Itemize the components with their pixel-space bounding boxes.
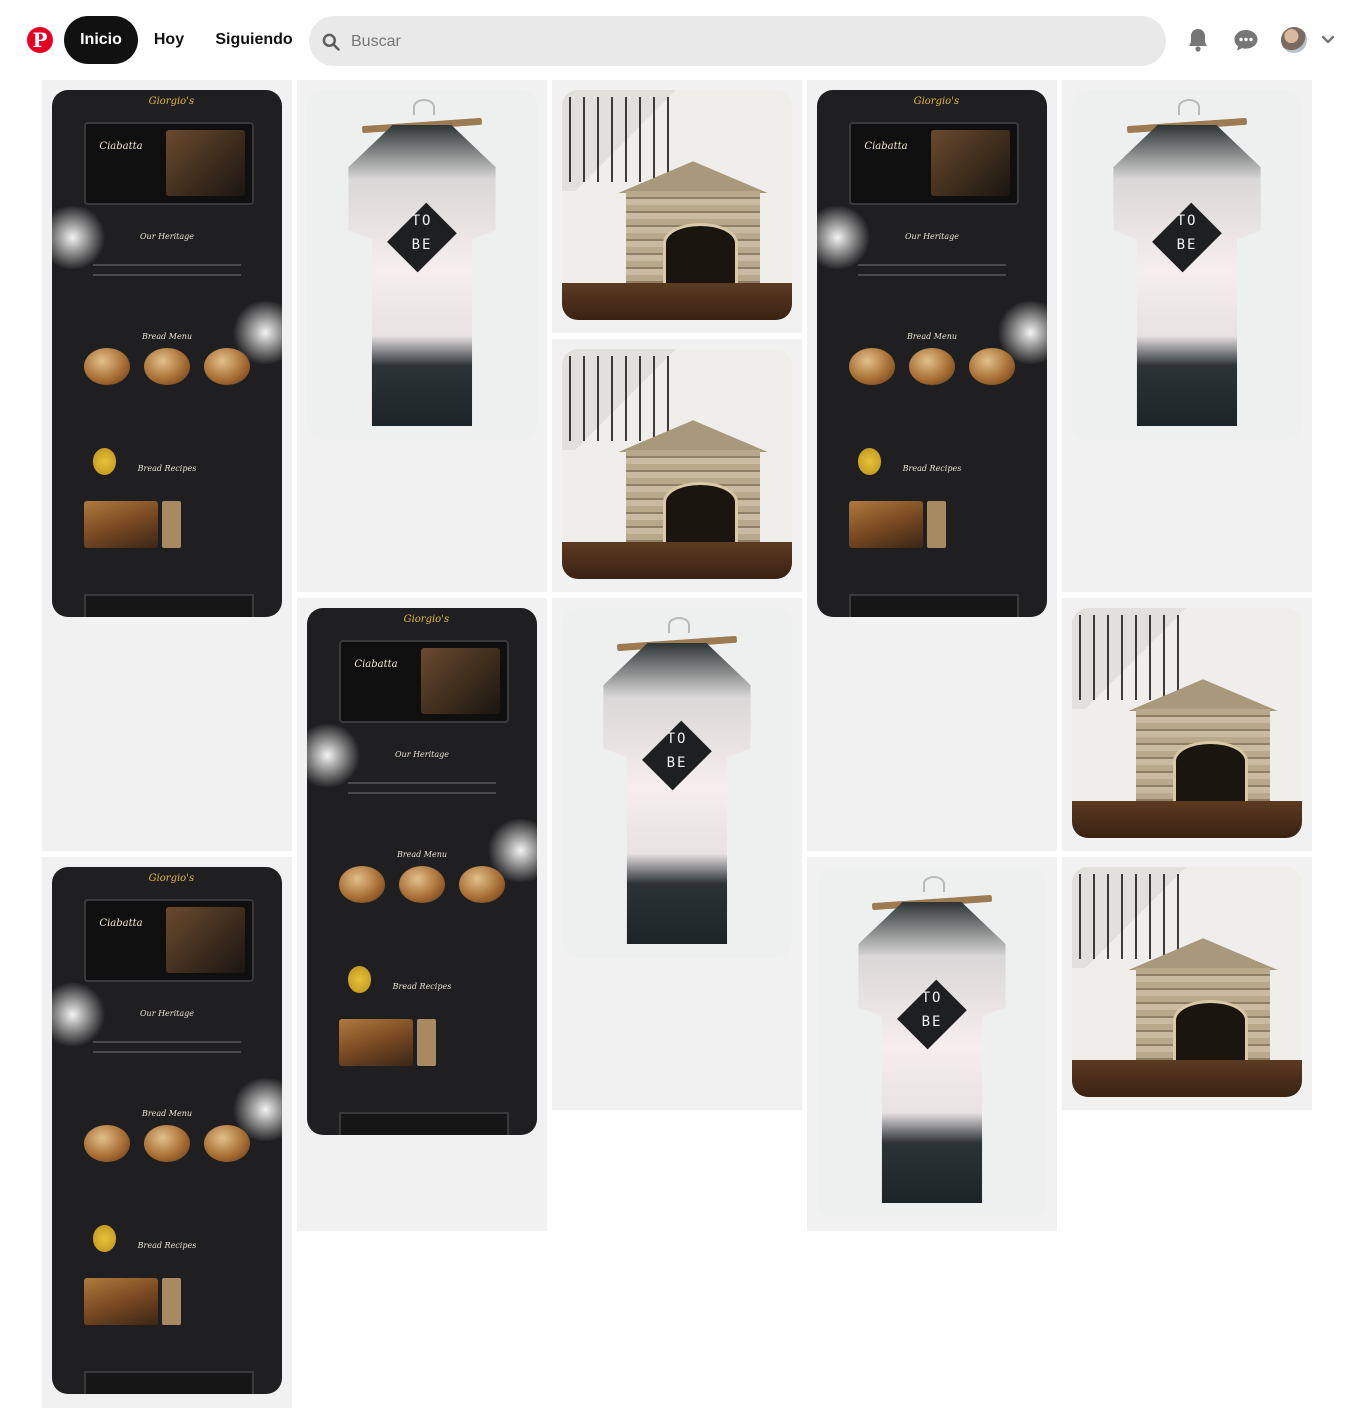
pin-image-tie-dye-tshirt[interactable]: TO BE [817,867,1047,1217]
pin-image-dog-house[interactable] [562,90,792,320]
notifications-button[interactable] [1178,20,1218,60]
pin-image-tie-dye-tshirt[interactable]: TO BE [1072,90,1302,440]
account-menu-button[interactable] [1316,28,1340,52]
pin-image-bakery-website[interactable]: Giorgio's Ciabatta Our Heritage Bread Me… [817,90,1047,617]
pin-image-bakery-website[interactable]: Giorgio's Ciabatta Our Heritage Bread Me… [52,867,282,1394]
pin-image-tie-dye-tshirt[interactable]: TO BE [562,608,792,958]
nav-home-button[interactable]: Inicio [64,16,138,64]
nav-following-button[interactable]: Siguiendo [202,16,306,64]
bakery-hero: Ciabatta [84,121,254,205]
search-bar[interactable] [309,16,1166,68]
pin-image-dog-house[interactable] [1072,867,1302,1097]
pin-image-bakery-website[interactable]: Giorgio's Ciabatta Our Heritage Bread Me… [307,608,537,1135]
top-bar: P Inicio Hoy Siguiendo [0,0,1354,80]
chat-icon [1234,30,1258,51]
search-input[interactable] [349,16,1153,68]
messages-button[interactable] [1226,20,1266,60]
avatar[interactable] [1281,27,1307,53]
bell-icon [1189,29,1207,52]
chevron-down-icon [1321,35,1335,44]
pin-image-bakery-website[interactable]: Giorgio's Ciabatta Our Heritage Bread Me… [52,90,282,617]
pinterest-logo-icon[interactable]: P [27,27,53,53]
pin-image-dog-house[interactable] [1072,608,1302,838]
nav-today-button[interactable]: Hoy [140,16,198,64]
pin-image-dog-house[interactable] [562,349,792,579]
search-icon [322,33,340,51]
pin-image-tie-dye-tshirt[interactable]: TO BE [307,90,537,440]
bakery-logo: Giorgio's [148,96,195,108]
